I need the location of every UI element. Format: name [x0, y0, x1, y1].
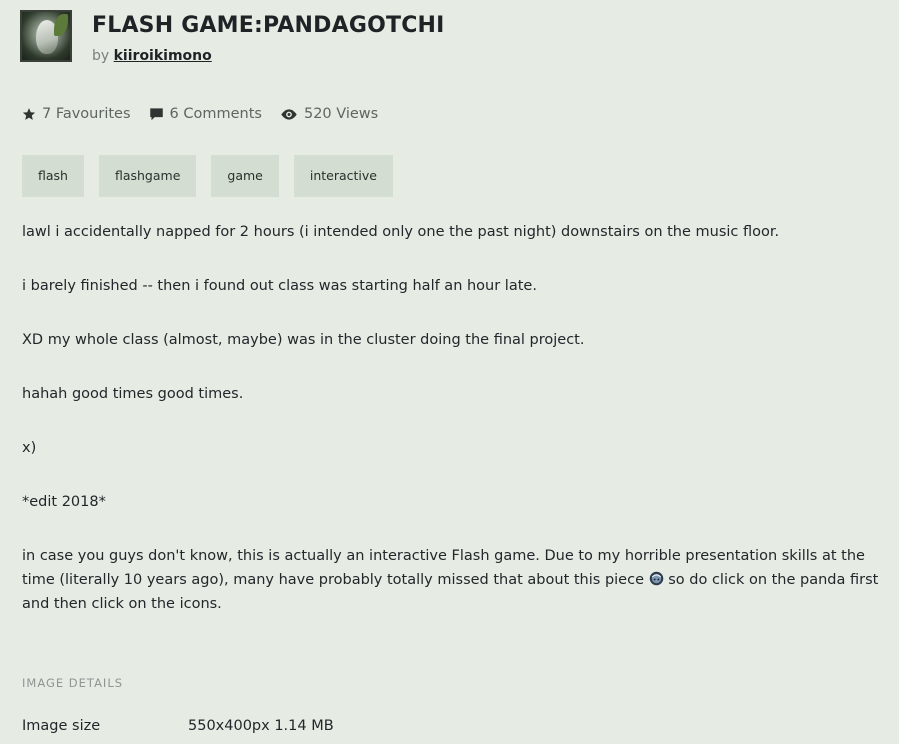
comment-icon — [149, 108, 163, 121]
tag-list: flash flashgame game interactive — [22, 155, 408, 197]
description-paragraph: lawl i accidentally napped for 2 hours (… — [22, 224, 780, 240]
image-size-label: Image size — [22, 718, 101, 734]
author-avatar[interactable] — [20, 10, 72, 62]
star-icon — [22, 108, 36, 120]
tag-game[interactable]: game — [211, 155, 279, 197]
deviation-title: FLASH GAME:PANDAGOTCHI — [92, 13, 445, 38]
stats-bar: 7 Favourites 6 Comments 520 Views — [22, 106, 396, 122]
tag-flash[interactable]: flash — [22, 155, 84, 197]
title-block: FLASH GAME:PANDAGOTCHI by kiiroikimono — [92, 12, 445, 64]
byline-prefix: by — [92, 48, 110, 64]
description-paragraph: in case you guys don't know, this is act… — [22, 544, 882, 616]
description: lawl i accidentally napped for 2 hours (… — [22, 220, 882, 616]
image-details-heading: IMAGE DETAILS — [22, 676, 124, 690]
avatar-leaf — [54, 14, 68, 36]
description-paragraph: x) — [22, 440, 37, 456]
description-paragraph: *edit 2018* — [22, 494, 106, 510]
tag-interactive[interactable]: interactive — [293, 155, 393, 197]
eye-icon — [281, 108, 297, 120]
description-paragraph: hahah good times good times. — [22, 386, 244, 402]
views-stat: 520 Views — [280, 106, 378, 122]
tag-flashgame[interactable]: flashgame — [98, 155, 197, 197]
views-count: 520 Views — [303, 106, 379, 122]
description-paragraph: XD my whole class (almost, maybe) was in… — [22, 332, 585, 348]
image-size-row: Image size 550x400px 1.14 MB — [22, 718, 334, 734]
deviation-header: FLASH GAME:PANDAGOTCHI by kiiroikimono — [20, 10, 445, 64]
favourites-count: 7 Favourites — [42, 106, 131, 122]
comments-count: 6 Comments — [169, 106, 262, 122]
byline: by kiiroikimono — [92, 48, 445, 64]
author-link[interactable]: kiiroikimono — [114, 48, 212, 64]
favourites-stat[interactable]: 7 Favourites — [22, 106, 131, 122]
comments-stat[interactable]: 6 Comments — [149, 106, 262, 122]
image-size-value: 550x400px 1.14 MB — [188, 718, 334, 734]
description-paragraph: i barely finished -- then i found out cl… — [22, 278, 537, 294]
emoticon-icon — [649, 571, 663, 586]
